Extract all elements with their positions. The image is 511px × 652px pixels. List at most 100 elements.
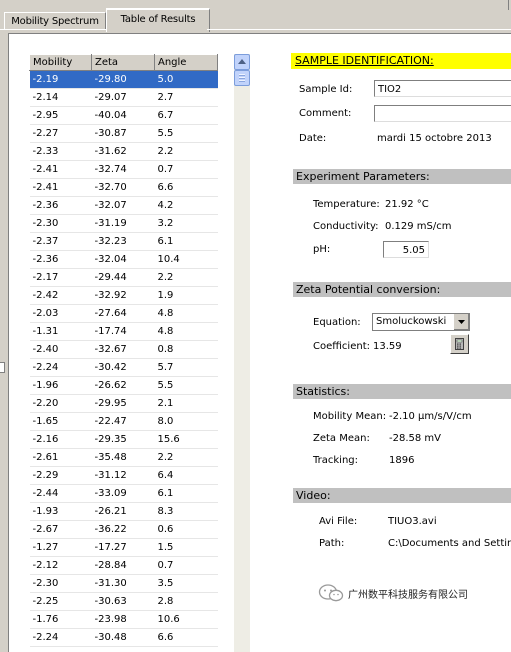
table-row[interactable]: -2.36 -32.07 4.2 [29,196,218,215]
cell-zeta: -29.07 [91,88,155,107]
ph-input[interactable]: 5.05 [383,241,429,258]
table-row[interactable]: -2.29 -31.12 6.4 [29,466,218,485]
cell-zeta: -26.62 [91,376,155,395]
calculator-button[interactable] [450,334,469,354]
cell-angle: 2.7 [154,88,218,107]
table-row[interactable]: -2.30 -31.19 3.2 [29,214,218,233]
cell-angle: 2.2 [154,268,218,287]
cell-zeta: -31.19 [91,214,155,233]
cell-mobility: -2.42 [29,286,92,305]
table-row[interactable]: -2.67 -36.22 0.6 [29,520,218,539]
cell-mobility: -2.03 [29,304,92,323]
watermark-text: 广州数平科技服务有限公司 [348,590,468,601]
table-row[interactable]: -2.27 -30.87 5.5 [29,124,218,143]
table-row[interactable]: -1.27 -17.27 1.5 [29,538,218,557]
table-row[interactable]: -2.41 -32.70 6.6 [29,178,218,197]
avi-file-value: TIUO3.avi [388,516,437,527]
table-row[interactable]: -2.33 -31.62 2.2 [29,142,218,161]
cell-angle: 1.5 [154,538,218,557]
table-row[interactable]: -2.16 -29.35 15.6 [29,430,218,449]
column-header-mobility[interactable]: Mobility [29,54,92,71]
equation-dropdown-button[interactable] [453,314,469,330]
column-header-angle[interactable]: Angle [154,54,218,71]
cell-zeta: -30.48 [91,628,155,647]
table-row[interactable]: -2.20 -29.95 2.1 [29,394,218,413]
table-row[interactable]: -1.76 -23.98 10.6 [29,610,218,629]
column-header-zeta[interactable]: Zeta [91,54,155,71]
table-row[interactable]: -2.40 -32.67 0.8 [29,340,218,359]
ph-label: pH: [313,244,331,255]
watermark: 广州数平科技服务有限公司 [314,583,504,603]
table-row[interactable]: -1.65 -22.47 8.0 [29,412,218,431]
cell-zeta: -27.64 [91,304,155,323]
table-row[interactable]: -1.96 -26.62 5.5 [29,376,218,395]
table-row[interactable]: -2.37 -32.23 6.1 [29,232,218,251]
video-header: Video: [293,488,511,503]
cell-angle: 6.6 [154,628,218,647]
vertical-scrollbar[interactable] [234,54,250,652]
sample-id-label: Sample Id: [299,84,353,95]
comment-field[interactable] [374,105,511,122]
cell-angle: 0.7 [154,556,218,575]
table-header-row: Mobility Zeta Angle [29,54,218,71]
thumb-grip [239,74,245,76]
cell-zeta: -26.21 [91,502,155,521]
cell-mobility: -2.67 [29,520,92,539]
cell-zeta: -32.92 [91,286,155,305]
table-row[interactable]: -2.17 -29.44 2.2 [29,268,218,287]
table-row[interactable]: -2.44 -33.09 6.1 [29,484,218,503]
table-row[interactable]: -2.03 -27.64 4.8 [29,304,218,323]
cell-mobility: -2.24 [29,628,92,647]
temperature-label: Temperature: [313,199,380,210]
tracking-value: 1896 [389,455,415,466]
cell-angle: 6.7 [154,106,218,125]
sample-id-field[interactable]: TIO2 [374,80,511,97]
statistics-header: Statistics: [293,384,511,399]
cell-zeta: -28.84 [91,556,155,575]
cell-mobility: -1.93 [29,502,92,521]
cell-zeta: -17.74 [91,322,155,341]
table-row[interactable]: -2.42 -32.92 1.9 [29,286,218,305]
table-row[interactable]: -2.19 -29.80 5.0 [29,70,218,89]
cell-zeta: -30.63 [91,592,155,611]
tab-strip: Mobility Spectrum Table of Results [0,0,511,32]
equation-label: Equation: [313,317,361,328]
cell-mobility: -2.14 [29,88,92,107]
cell-angle: 1.9 [154,286,218,305]
avi-file-label: Avi File: [319,516,358,527]
scroll-thumb[interactable] [234,70,250,86]
cell-angle: 3.2 [154,214,218,233]
cell-zeta: -32.67 [91,340,155,359]
table-row[interactable]: -2.30 -31.30 3.5 [29,574,218,593]
wechat-icon [318,584,344,602]
table-row[interactable]: -2.25 -30.63 2.8 [29,592,218,611]
mobility-mean-value: -2.10 μm/s/V/cm [389,411,472,422]
cell-zeta: -23.98 [91,610,155,629]
cell-mobility: -2.30 [29,574,92,593]
tab-mobility-spectrum[interactable]: Mobility Spectrum [4,12,106,30]
cell-angle: 4.8 [154,322,218,341]
cell-mobility: -2.19 [29,70,92,89]
table-row[interactable]: -1.31 -17.74 4.8 [29,322,218,341]
table-row[interactable]: -2.36 -32.04 10.4 [29,250,218,269]
path-label: Path: [319,538,345,549]
cell-angle: 3.5 [154,574,218,593]
table-row[interactable]: -2.24 -30.42 5.7 [29,358,218,377]
cell-angle: 2.2 [154,448,218,467]
cell-zeta: -40.04 [91,106,155,125]
table-row[interactable]: -2.95 -40.04 6.7 [29,106,218,125]
table-row[interactable]: -1.93 -26.21 8.3 [29,502,218,521]
cell-angle: 10.4 [154,250,218,269]
table-row[interactable]: -2.24 -30.48 6.6 [29,628,218,647]
cell-angle: 8.3 [154,502,218,521]
table-row[interactable]: -2.41 -32.74 0.7 [29,160,218,179]
scroll-up-button[interactable] [234,54,250,70]
cell-angle: 6.1 [154,232,218,251]
cell-mobility: -2.33 [29,142,92,161]
table-row[interactable]: -2.61 -35.48 2.2 [29,448,218,467]
sample-identification-header: SAMPLE IDENTIFICATION: [291,53,511,69]
equation-select[interactable]: Smoluckowski [372,313,470,331]
table-row[interactable]: -2.14 -29.07 2.7 [29,88,218,107]
table-row[interactable]: -2.12 -28.84 0.7 [29,556,218,575]
splitter-handle[interactable] [0,362,5,373]
